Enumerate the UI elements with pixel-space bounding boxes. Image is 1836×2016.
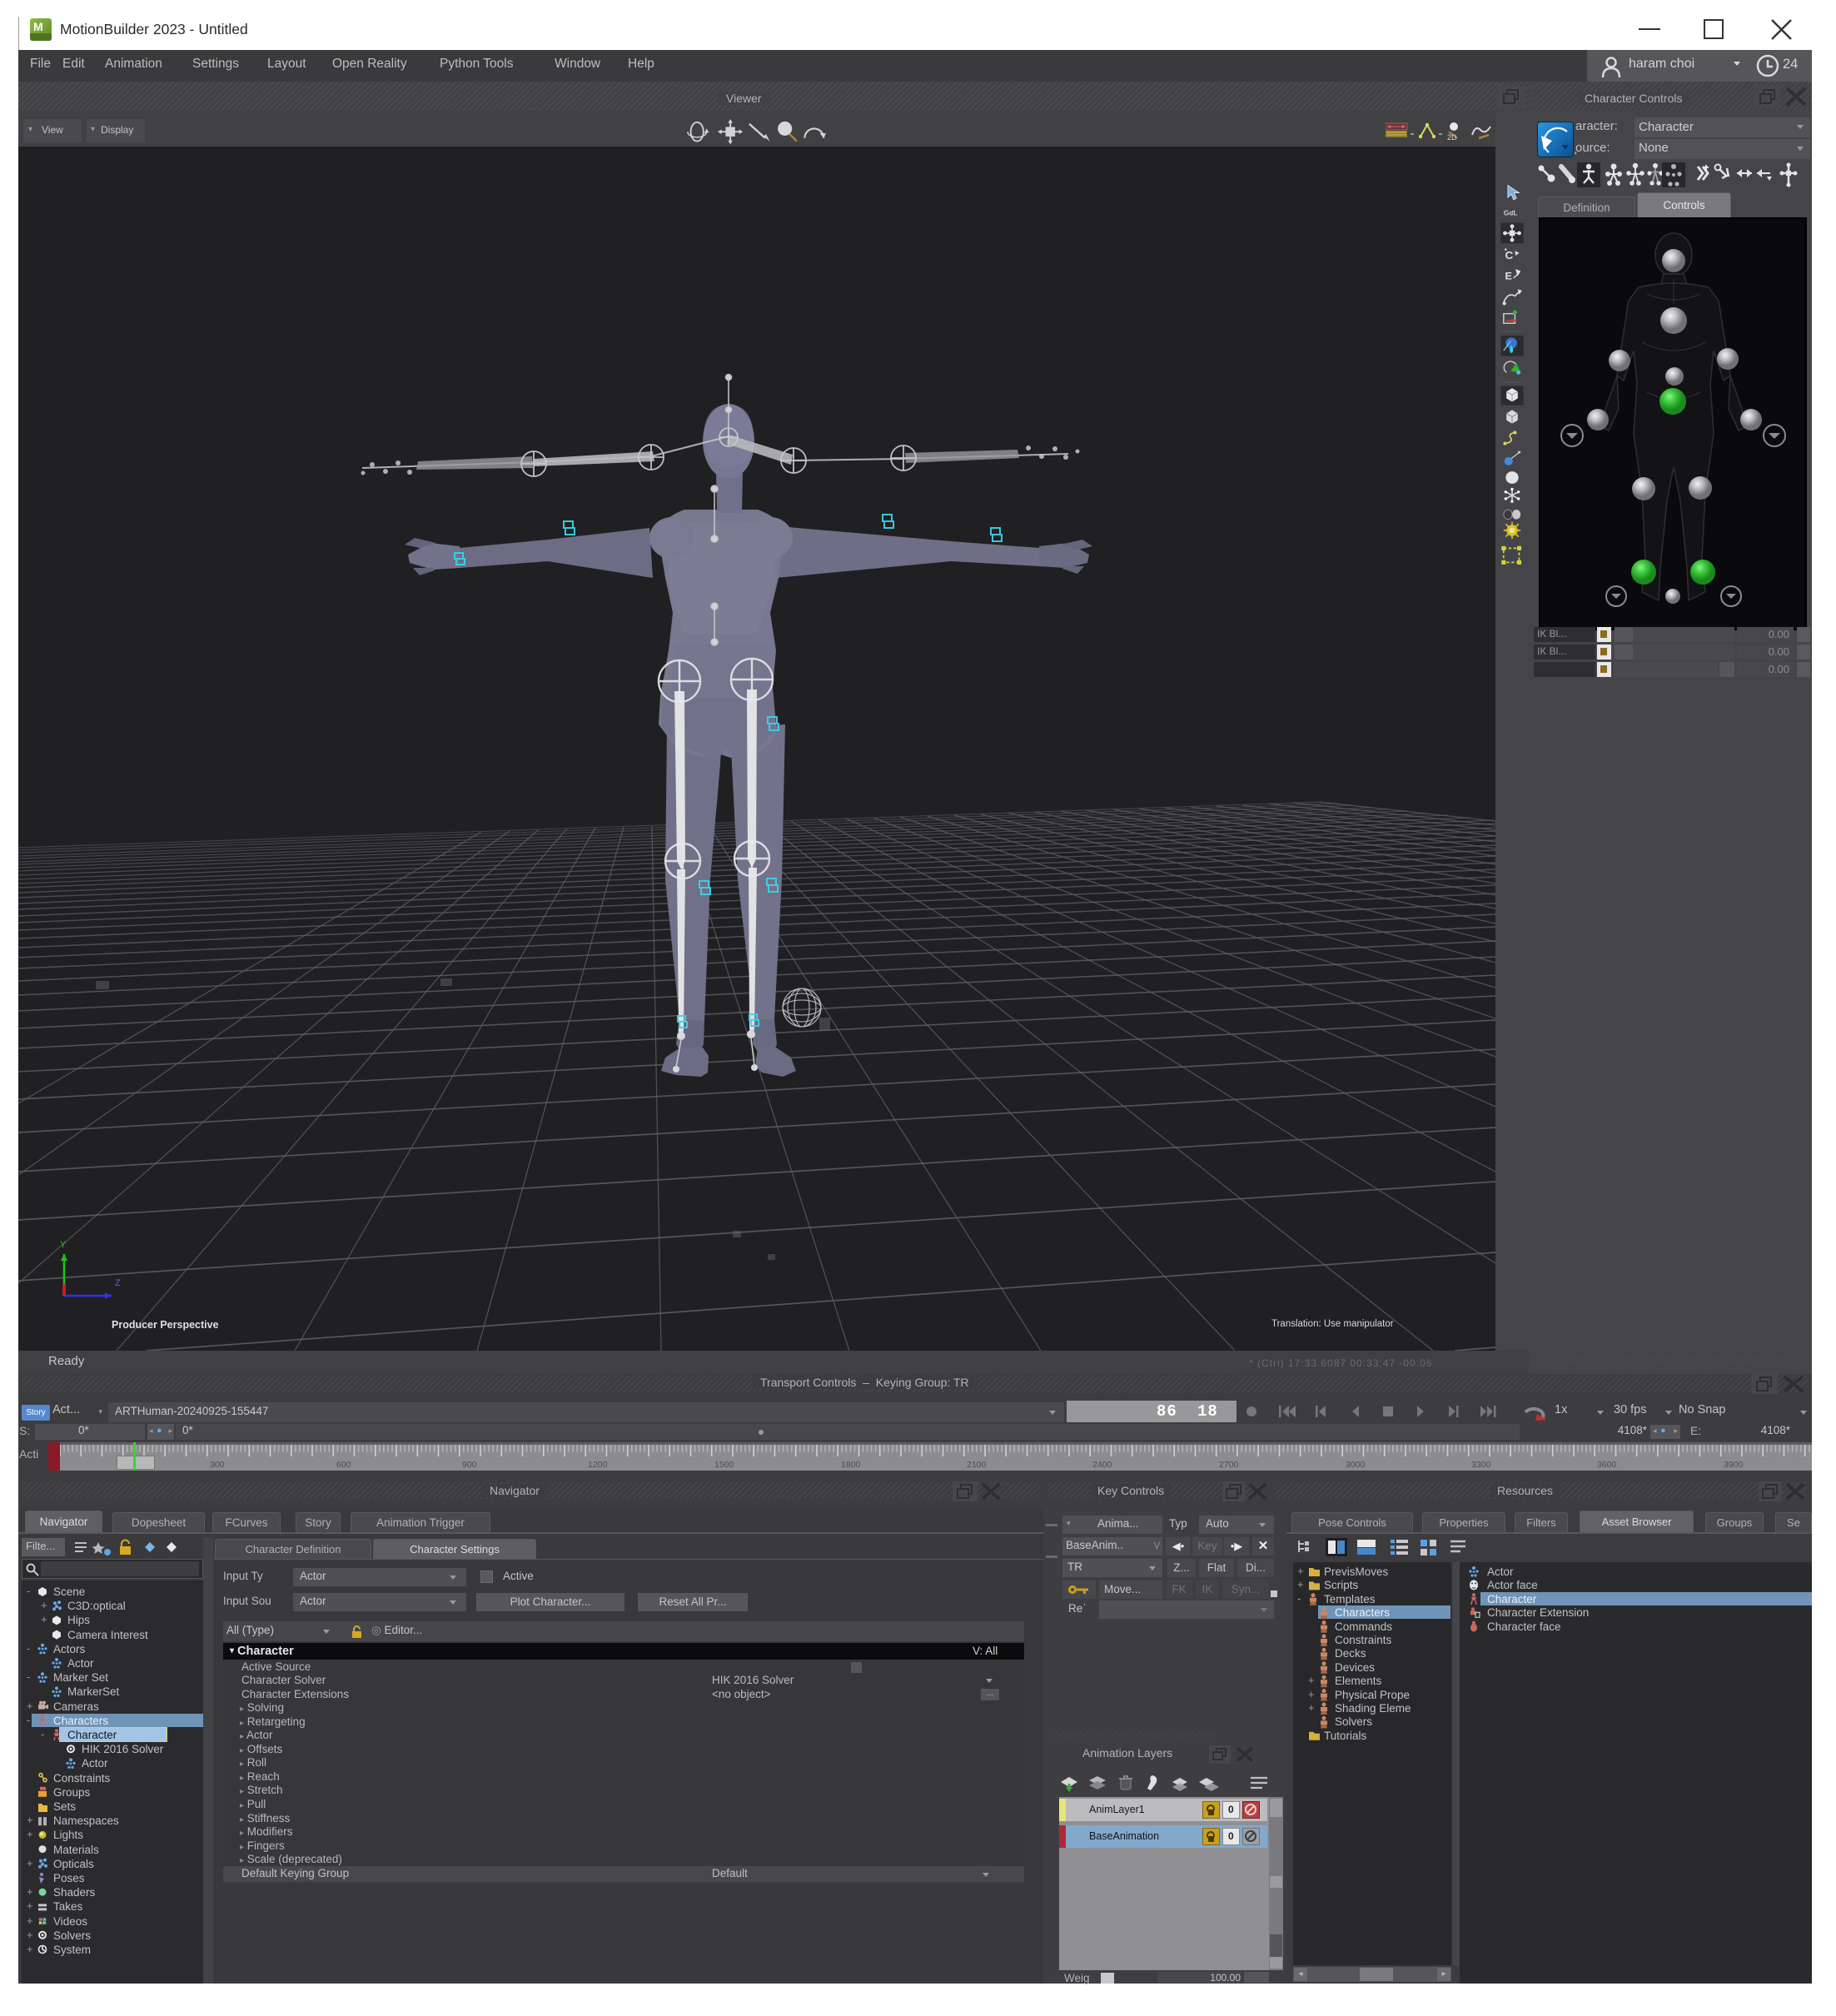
svg-text:1500: 1500 xyxy=(714,1460,734,1470)
svg-text:2D: 2D xyxy=(1447,133,1457,142)
svg-text:Producer Perspective: Producer Perspective xyxy=(112,1319,219,1331)
svg-text:2400: 2400 xyxy=(1092,1460,1112,1470)
svg-text:3300: 3300 xyxy=(1471,1460,1491,1470)
svg-text:2100: 2100 xyxy=(967,1460,987,1470)
svg-text:Y: Y xyxy=(60,1240,67,1250)
svg-text:E: E xyxy=(1505,271,1513,282)
svg-text:900: 900 xyxy=(462,1460,477,1470)
svg-text:600: 600 xyxy=(336,1460,351,1470)
svg-text:3900: 3900 xyxy=(1724,1460,1744,1470)
svg-text:GʛL: GʛL xyxy=(1504,209,1518,217)
svg-text:1200: 1200 xyxy=(588,1460,608,1470)
svg-text:3000: 3000 xyxy=(1346,1460,1366,1470)
svg-text:Translation: Use manipulator: Translation: Use manipulator xyxy=(1271,1319,1394,1329)
svg-text:3600: 3600 xyxy=(1597,1460,1617,1470)
svg-text:1800: 1800 xyxy=(841,1460,861,1470)
svg-text:2700: 2700 xyxy=(1219,1460,1239,1470)
svg-text:300: 300 xyxy=(210,1460,225,1470)
svg-text:C: C xyxy=(1505,249,1514,261)
svg-text:Z: Z xyxy=(115,1278,121,1288)
